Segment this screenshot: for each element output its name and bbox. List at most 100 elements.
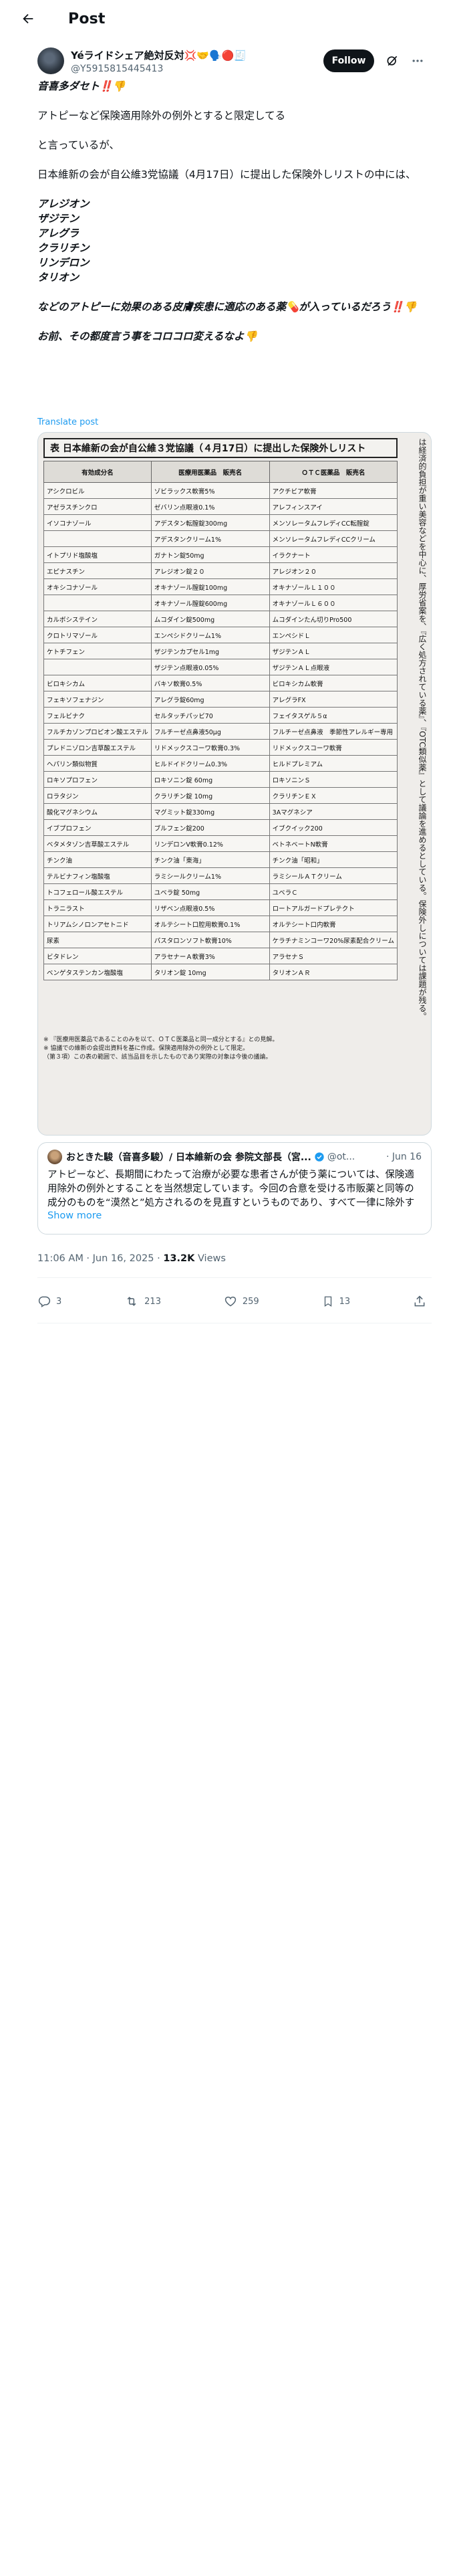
bookmark-count: 13 bbox=[339, 1296, 351, 1307]
clipping-cell: パスタロンソフト軟膏10% bbox=[150, 932, 270, 948]
clipping-cell: 3Aマグネシア bbox=[269, 803, 398, 820]
clipping-cell: ユベラ錠 50mg bbox=[150, 883, 270, 900]
clipping-cell: ザジテンカプセル1mg bbox=[150, 643, 270, 659]
clipping-row: オキナゾール膣錠600mg オキナゾールＬ６００ bbox=[43, 595, 398, 611]
translate-post-link[interactable]: Translate post bbox=[37, 417, 98, 427]
attached-photo[interactable]: 表 日本維新の会が自公維３党協議（４月17日）に提出した保険外しリスト 有効成分… bbox=[37, 432, 432, 1136]
clipping-header: 有効成分名 bbox=[43, 461, 152, 483]
follow-button[interactable]: Follow bbox=[323, 49, 374, 72]
clipping-cell: フェキソフェナジン bbox=[43, 691, 152, 708]
drug-item: クラリチン bbox=[37, 242, 90, 254]
heart-icon bbox=[224, 1296, 237, 1307]
clipping-row: フルチカゾンプロピオン酸エステル フルチーゼ点鼻液50μg フルチーゼ点鼻液 季節性… bbox=[43, 723, 398, 740]
author-display-name[interactable]: Yéライドシェア絶対反対💢🤝🗣️🔴🧾 bbox=[71, 48, 323, 62]
clipping-cell: テルビナフィン塩酸塩 bbox=[43, 867, 152, 884]
drug-item: アレグラ bbox=[37, 227, 80, 239]
clipping-cell: ブルフェン錠200 bbox=[150, 819, 270, 836]
clipping-cell: ベタメタゾン吉草酸エステル bbox=[43, 835, 152, 852]
clipping-cell: トリアムシノロンアセトニド bbox=[43, 916, 152, 932]
show-more-link[interactable]: Show more bbox=[47, 1210, 422, 1221]
clipping-table-body: アシクロビル ゾビラックス軟膏5% アクチビア軟膏 アゼラスチンクロ ゼバリン点眼液0.… bbox=[43, 482, 398, 980]
clipping-side-text: は経済的負担が重い美容などを中心に、厚労省案を、『広く処方されている薬』、『OT… bbox=[418, 438, 427, 1021]
reply-button[interactable]: 3 bbox=[37, 1295, 61, 1308]
clipping-cell bbox=[43, 530, 152, 547]
clipping-cell: ザジテン点眼液0.05% bbox=[150, 659, 270, 675]
post-timestamp[interactable]: 11:06 AM · Jun 16, 2025 · bbox=[37, 1253, 160, 1264]
clipping-row: ロラタジン クラリチン錠 10mg クラリチンＥＸ bbox=[43, 787, 398, 804]
reply-count: 3 bbox=[56, 1296, 62, 1307]
grok-icon[interactable] bbox=[385, 53, 400, 68]
clipping-title: 表 日本維新の会が自公維３党協議（４月17日）に提出した保険外しリスト bbox=[43, 438, 398, 458]
clipping-cell: クラリチン錠 10mg bbox=[150, 787, 270, 804]
quoted-author-name: おときた駿（音喜多駿）/ 日本維新の会 参院文部長（宮... bbox=[66, 1152, 311, 1163]
clipping-cell: アラセナーＡ軟膏3% bbox=[150, 948, 270, 964]
clipping-note: ※ 『医療用医薬品であることのみを以て、ＯＴＣ医薬品と同一成分とする』との見解。 bbox=[43, 1037, 279, 1043]
clipping-header-row: 有効成分名 医療用医薬品 販売名 ＯＴＣ医薬品 販売名 bbox=[43, 461, 398, 483]
clipping-row: ベタメタゾン吉草酸エステル リンデロンV軟膏0.12% ベトネベートN軟膏 bbox=[43, 835, 398, 852]
reply-icon bbox=[38, 1296, 51, 1307]
verified-badge-icon bbox=[314, 1152, 325, 1162]
clipping-cell: オキナゾール膣錠100mg bbox=[150, 578, 270, 595]
clipping-row: ザジテン点眼液0.05% ザジテンＡＬ点眼液 bbox=[43, 659, 398, 675]
clipping-cell: ビロキシカム軟膏 bbox=[269, 675, 398, 691]
share-button[interactable] bbox=[413, 1295, 432, 1308]
clipping-cell: アレグラ錠60mg bbox=[150, 691, 270, 708]
clipping-note: （第３項）この表の範囲で、該当品目を示したものであり実際の対象は今後の議論。 bbox=[43, 1054, 272, 1061]
repost-button[interactable]: 213 bbox=[124, 1295, 161, 1308]
clipping-row: トコフェロール酸エステル ユベラ錠 50mg ユベラＣ bbox=[43, 883, 398, 900]
clipping-cell: ロキソプロフェン bbox=[43, 771, 152, 788]
page-title: Post bbox=[68, 10, 106, 27]
like-button[interactable]: 259 bbox=[224, 1295, 259, 1308]
clipping-row: アデスタンクリーム1% メンソレータムフレディCCクリーム bbox=[43, 530, 398, 547]
quoted-post[interactable]: おときた駿（音喜多駿）/ 日本維新の会 参院文部長（宮... @ot... · … bbox=[37, 1142, 432, 1235]
clipping-cell: フルチーゼ点鼻液 季節性アレルギー専用 bbox=[269, 723, 398, 740]
clipping-row: プレドニゾロン吉草酸エステル リドメックスコーワ軟膏0.3% リドメックスコーワ軟膏 bbox=[43, 739, 398, 756]
clipping-cell: ケトチフェン bbox=[43, 643, 152, 659]
clipping-cell: ロキソニン錠 60mg bbox=[150, 771, 270, 788]
clipping-cell: ユベラＣ bbox=[269, 883, 398, 900]
clipping-cell: ゾビラックス軟膏5% bbox=[150, 482, 270, 499]
clipping-cell: クロトリマゾール bbox=[43, 627, 152, 643]
quoted-avatar bbox=[47, 1150, 62, 1164]
clipping-cell: ビロキシカム bbox=[43, 675, 152, 691]
clipping-cell: カルボシステイン bbox=[43, 611, 152, 627]
clipping-cell: ゼバリン点眼液0.1% bbox=[150, 498, 270, 515]
clipping-cell: チンク油 bbox=[43, 851, 152, 868]
back-arrow-icon[interactable] bbox=[20, 11, 36, 27]
clipping-cell: ケラチナミンコーワ20%尿素配合クリーム bbox=[269, 932, 398, 948]
drug-item: リンデロン bbox=[37, 257, 90, 269]
avatar[interactable] bbox=[37, 47, 64, 74]
clipping-cell: マグミット錠330mg bbox=[150, 803, 270, 820]
clipping-row: エピナスチン アレジオン錠２０ アレジオン２０ bbox=[43, 562, 398, 579]
clipping-cell: フルチカゾンプロピオン酸エステル bbox=[43, 723, 152, 740]
clipping-row: チンク油 チンク油「東海」 チンク油「昭和」 bbox=[43, 851, 398, 868]
bookmark-button[interactable]: 13 bbox=[322, 1295, 351, 1308]
clipping-cell: アデスタンクリーム1% bbox=[150, 530, 270, 547]
author-handle[interactable]: @Y5915815445413 bbox=[71, 64, 323, 74]
clipping-cell: アレジオン錠２０ bbox=[150, 562, 270, 579]
clipping-row: トリアムシノロンアセトニド オルテシート口腔用軟膏0.1% オルテシート口内軟膏 bbox=[43, 916, 398, 932]
clipping-cell: オキシコナゾール bbox=[43, 578, 152, 595]
drug-item: ザジテン bbox=[37, 213, 80, 225]
clipping-cell: イラクナート bbox=[269, 546, 398, 563]
clipping-cell: ムコダイン錠500mg bbox=[150, 611, 270, 627]
clipping-row: ロキソプロフェン ロキソニン錠 60mg ロキソニンＳ bbox=[43, 771, 398, 788]
clipping-cell: イブプロフェン bbox=[43, 819, 152, 836]
clipping-cell: チンク油「東海」 bbox=[150, 851, 270, 868]
clipping-cell: ビタドレン bbox=[43, 948, 152, 964]
clipping-cell: アレグラFX bbox=[269, 691, 398, 708]
clipping-cell: アラセナＳ bbox=[269, 948, 398, 964]
clipping-cell: アゼラスチンクロ bbox=[43, 498, 152, 515]
post-line-6: お前、その都度言う事をコロコロ変えるなよ👎 bbox=[37, 330, 257, 342]
clipping-cell: ロキソニンＳ bbox=[269, 771, 398, 788]
clipping-cell: チンク油「昭和」 bbox=[269, 851, 398, 868]
bookmark-icon bbox=[324, 1296, 331, 1307]
more-options-icon[interactable] bbox=[410, 53, 425, 68]
clipping-cell: オキナゾールＬ１００ bbox=[269, 578, 398, 595]
clipping-header: ＯＴＣ医薬品 販売名 bbox=[269, 461, 398, 483]
clipping-cell: メンソレータムフレディCCクリーム bbox=[269, 530, 398, 547]
post-line-1: 音喜多ダセト‼️👎 bbox=[37, 80, 126, 92]
clipping-note: ※ 協議での維新の会提出資料を基に作成。保険適用除外の例外として限定。 bbox=[43, 1045, 249, 1052]
clipping-row: ビタドレン アラセナーＡ軟膏3% アラセナＳ bbox=[43, 948, 398, 964]
clipping-cell: ベトネベートN軟膏 bbox=[269, 835, 398, 852]
